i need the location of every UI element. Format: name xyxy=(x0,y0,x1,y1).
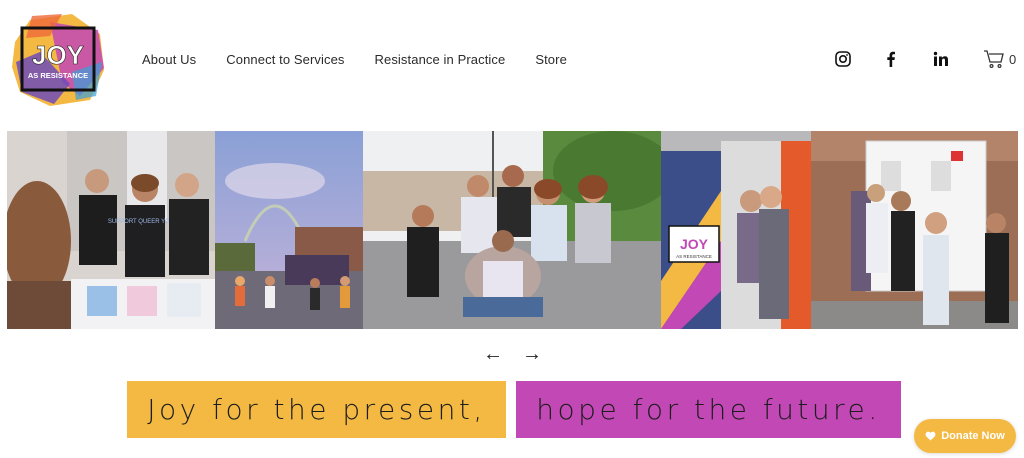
donate-label: Donate Now xyxy=(941,430,1005,442)
main-nav: About Us Connect to Services Resistance … xyxy=(142,52,567,67)
logo-text-subtitle: AS RESISTANCE xyxy=(28,71,88,80)
site-header: JOY AS RESISTANCE About Us Connect to Se… xyxy=(0,0,1024,122)
tagline-right: hope for the future. xyxy=(516,381,901,438)
van-sign-subtext: AS RESISTANCE xyxy=(676,254,712,259)
nav-connect-to-services[interactable]: Connect to Services xyxy=(226,52,344,67)
cart-button[interactable]: 0 xyxy=(983,49,1016,69)
carousel-next-button[interactable]: → xyxy=(522,344,542,364)
gallery-photo-group[interactable] xyxy=(363,131,661,329)
logo-text-joy: JOY xyxy=(32,40,84,70)
carousel-prev-button[interactable]: ← xyxy=(483,344,503,364)
gallery-photo-booth[interactable]: SUPPORT QUEER YOUTH xyxy=(7,131,215,329)
nav-resistance-in-practice[interactable]: Resistance in Practice xyxy=(375,52,506,67)
gallery-photo-van[interactable]: JOY AS RESISTANCE xyxy=(661,131,811,329)
photo-gallery: SUPPORT QUEER YOUTH JOY AS RESISTANCE xyxy=(7,131,1018,329)
cart-icon xyxy=(984,50,1004,69)
instagram-icon[interactable] xyxy=(834,50,852,68)
nav-about-us[interactable]: About Us xyxy=(142,52,196,67)
gallery-photo-ambulance[interactable] xyxy=(811,131,1018,329)
joy-as-resistance-logo[interactable]: JOY AS RESISTANCE xyxy=(10,12,106,108)
heart-icon xyxy=(925,431,936,441)
tagline-left: Joy for the present, xyxy=(127,381,506,438)
facebook-icon[interactable] xyxy=(882,50,900,68)
van-sign-text: JOY xyxy=(680,236,709,252)
cart-count: 0 xyxy=(1009,51,1017,67)
gallery-photo-march[interactable] xyxy=(215,131,363,329)
nav-store[interactable]: Store xyxy=(535,52,567,67)
linkedin-icon[interactable] xyxy=(932,50,950,68)
donate-now-button[interactable]: Donate Now xyxy=(914,419,1016,453)
